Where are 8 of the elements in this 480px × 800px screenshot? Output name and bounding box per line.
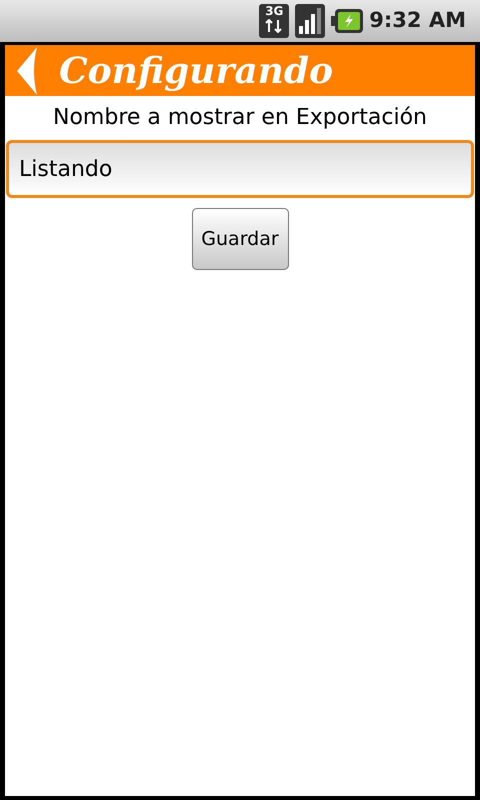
network-icon: 3G xyxy=(259,4,290,38)
clock: 9:32 AM xyxy=(369,7,466,34)
signal-icon xyxy=(295,4,326,38)
battery-icon xyxy=(331,9,364,33)
save-button[interactable]: Guardar xyxy=(192,208,288,270)
name-field[interactable]: Listando xyxy=(6,140,474,198)
header-title: Configurando xyxy=(59,48,334,94)
field-label: Nombre a mostrar en Exportación xyxy=(52,104,428,132)
